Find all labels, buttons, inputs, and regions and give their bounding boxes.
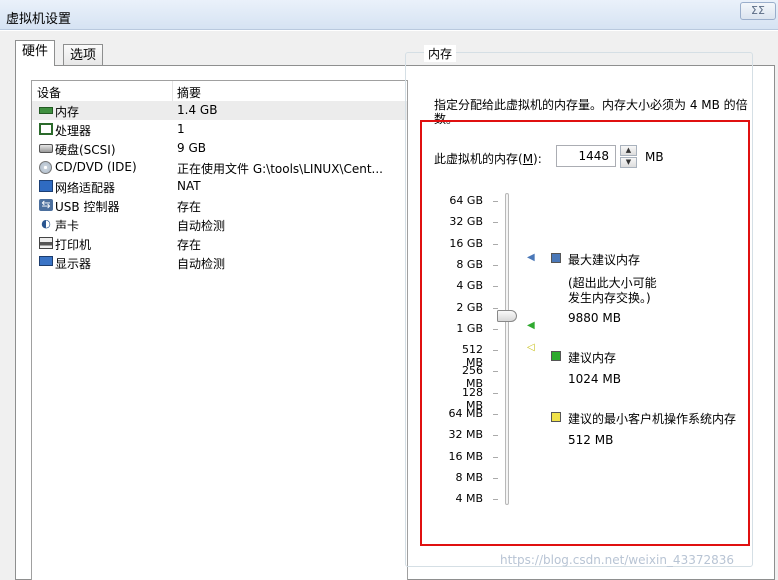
tab-hardware[interactable]: 硬件 — [15, 40, 56, 66]
device-list[interactable]: 设备 摘要 内存 1.4 GB 处理器 1 硬盘(SCSI) 9 GB CD/D… — [31, 80, 408, 580]
device-name: 处理器 — [55, 124, 92, 138]
device-summary: 存在 — [177, 238, 202, 252]
device-name: CD/DVD (IDE) — [55, 160, 137, 174]
device-row-memory[interactable]: 内存 1.4 GB — [32, 101, 407, 120]
close-button[interactable]: ΣΣ — [740, 2, 776, 20]
device-name: 内存 — [55, 105, 80, 119]
cd-dvd-icon — [39, 161, 52, 174]
display-icon — [39, 256, 53, 266]
title-bar: 虚拟机设置 ΣΣ — [0, 0, 778, 30]
device-name: 打印机 — [55, 238, 92, 252]
device-row-network-adapter[interactable]: 网络适配器 NAT — [32, 177, 407, 196]
device-list-header: 设备 摘要 — [32, 81, 407, 101]
watermark-text: https://blog.csdn.net/weixin_43372836 — [500, 553, 735, 567]
device-summary: 9 GB — [177, 141, 206, 155]
device-name: 硬盘(SCSI) — [55, 143, 116, 157]
device-name: 显示器 — [55, 257, 92, 271]
device-summary: 正在使用文件 G:\tools\LINUX\Cent... — [177, 162, 383, 176]
device-summary: 存在 — [177, 200, 202, 214]
device-name: 声卡 — [55, 219, 80, 233]
device-row-hard-disk[interactable]: 硬盘(SCSI) 9 GB — [32, 139, 407, 158]
device-name: USB 控制器 — [55, 200, 120, 214]
device-name: 网络适配器 — [55, 181, 116, 195]
device-summary: 1.4 GB — [177, 103, 218, 117]
column-separator[interactable] — [172, 81, 173, 101]
network-adapter-icon — [39, 180, 53, 192]
printer-icon — [39, 237, 53, 249]
device-row-usb[interactable]: ⇆ USB 控制器 存在 — [32, 196, 407, 215]
device-summary: 自动检测 — [177, 257, 226, 271]
device-row-sound-card[interactable]: ◐ 声卡 自动检测 — [32, 215, 407, 234]
column-header-device[interactable]: 设备 — [37, 84, 61, 101]
device-summary: 1 — [177, 122, 185, 136]
processor-icon — [39, 123, 53, 135]
memory-icon — [39, 107, 53, 114]
close-icon: ΣΣ — [751, 4, 765, 17]
device-summary: 自动检测 — [177, 219, 226, 233]
red-highlight-box — [420, 120, 750, 546]
sound-card-icon: ◐ — [41, 217, 51, 230]
usb-icon: ⇆ — [39, 199, 53, 211]
column-header-summary[interactable]: 摘要 — [177, 84, 201, 101]
window-title: 虚拟机设置 — [6, 12, 72, 27]
memory-group-title: 内存 — [424, 45, 457, 62]
hard-disk-icon — [39, 144, 53, 153]
device-row-printer[interactable]: 打印机 存在 — [32, 234, 407, 253]
device-row-cd-dvd[interactable]: CD/DVD (IDE) 正在使用文件 G:\tools\LINUX\Cent.… — [32, 158, 407, 177]
device-summary: NAT — [177, 179, 201, 193]
device-row-processor[interactable]: 处理器 1 — [32, 120, 407, 139]
device-row-display[interactable]: 显示器 自动检测 — [32, 253, 407, 272]
